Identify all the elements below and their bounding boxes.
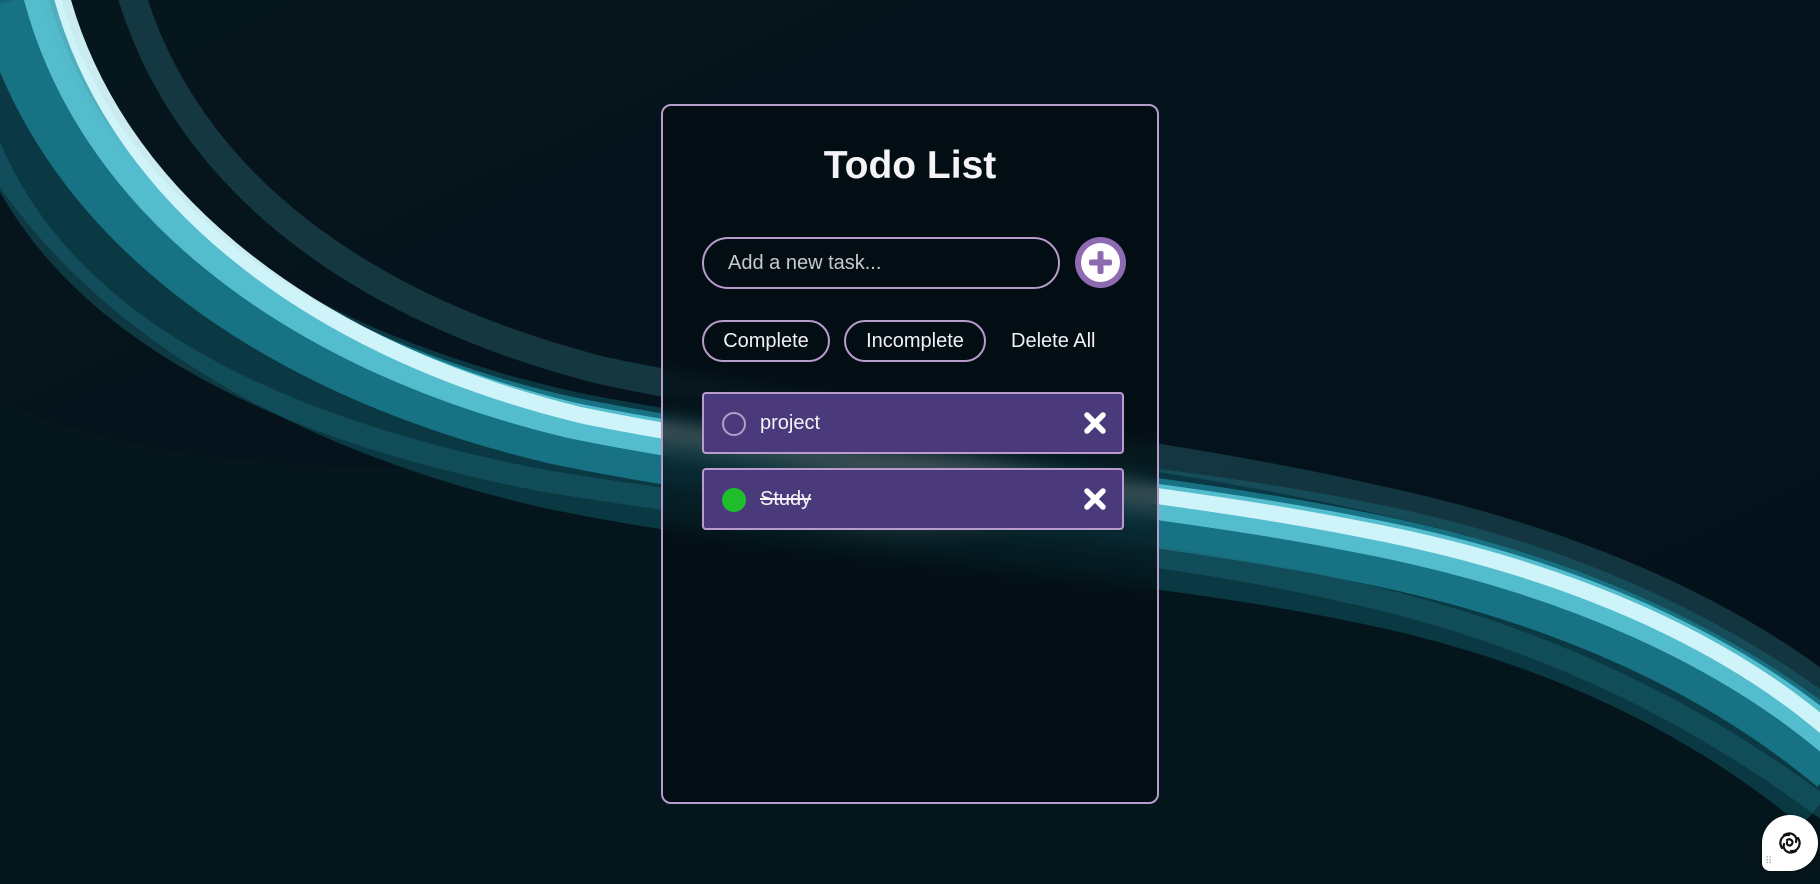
new-task-input[interactable] xyxy=(702,237,1060,289)
complete-filter-button[interactable]: Complete xyxy=(702,320,830,362)
assistant-widget-button[interactable]: ⠿ xyxy=(1762,815,1818,871)
close-icon[interactable] xyxy=(1082,410,1108,436)
task-checkbox[interactable] xyxy=(722,412,746,436)
todo-card: Todo List Complete Incomplete Delete All… xyxy=(661,104,1159,804)
incomplete-filter-button[interactable]: Incomplete xyxy=(844,320,986,362)
close-icon[interactable] xyxy=(1082,486,1108,512)
task-label[interactable]: project xyxy=(760,394,820,452)
task-list: project Study xyxy=(702,392,1124,544)
task-item: project xyxy=(702,392,1124,454)
delete-all-button[interactable]: Delete All xyxy=(1011,320,1096,362)
plus-circle-icon xyxy=(1081,243,1120,282)
task-label[interactable]: Study xyxy=(760,470,811,528)
drag-handle-icon[interactable]: ⠿ xyxy=(1765,857,1772,867)
task-item: Study xyxy=(702,468,1124,530)
assistant-logo-icon xyxy=(1779,832,1801,854)
task-checkbox-checked[interactable] xyxy=(722,488,746,512)
page-title: Todo List xyxy=(823,144,997,187)
add-task-button[interactable] xyxy=(1075,237,1126,288)
